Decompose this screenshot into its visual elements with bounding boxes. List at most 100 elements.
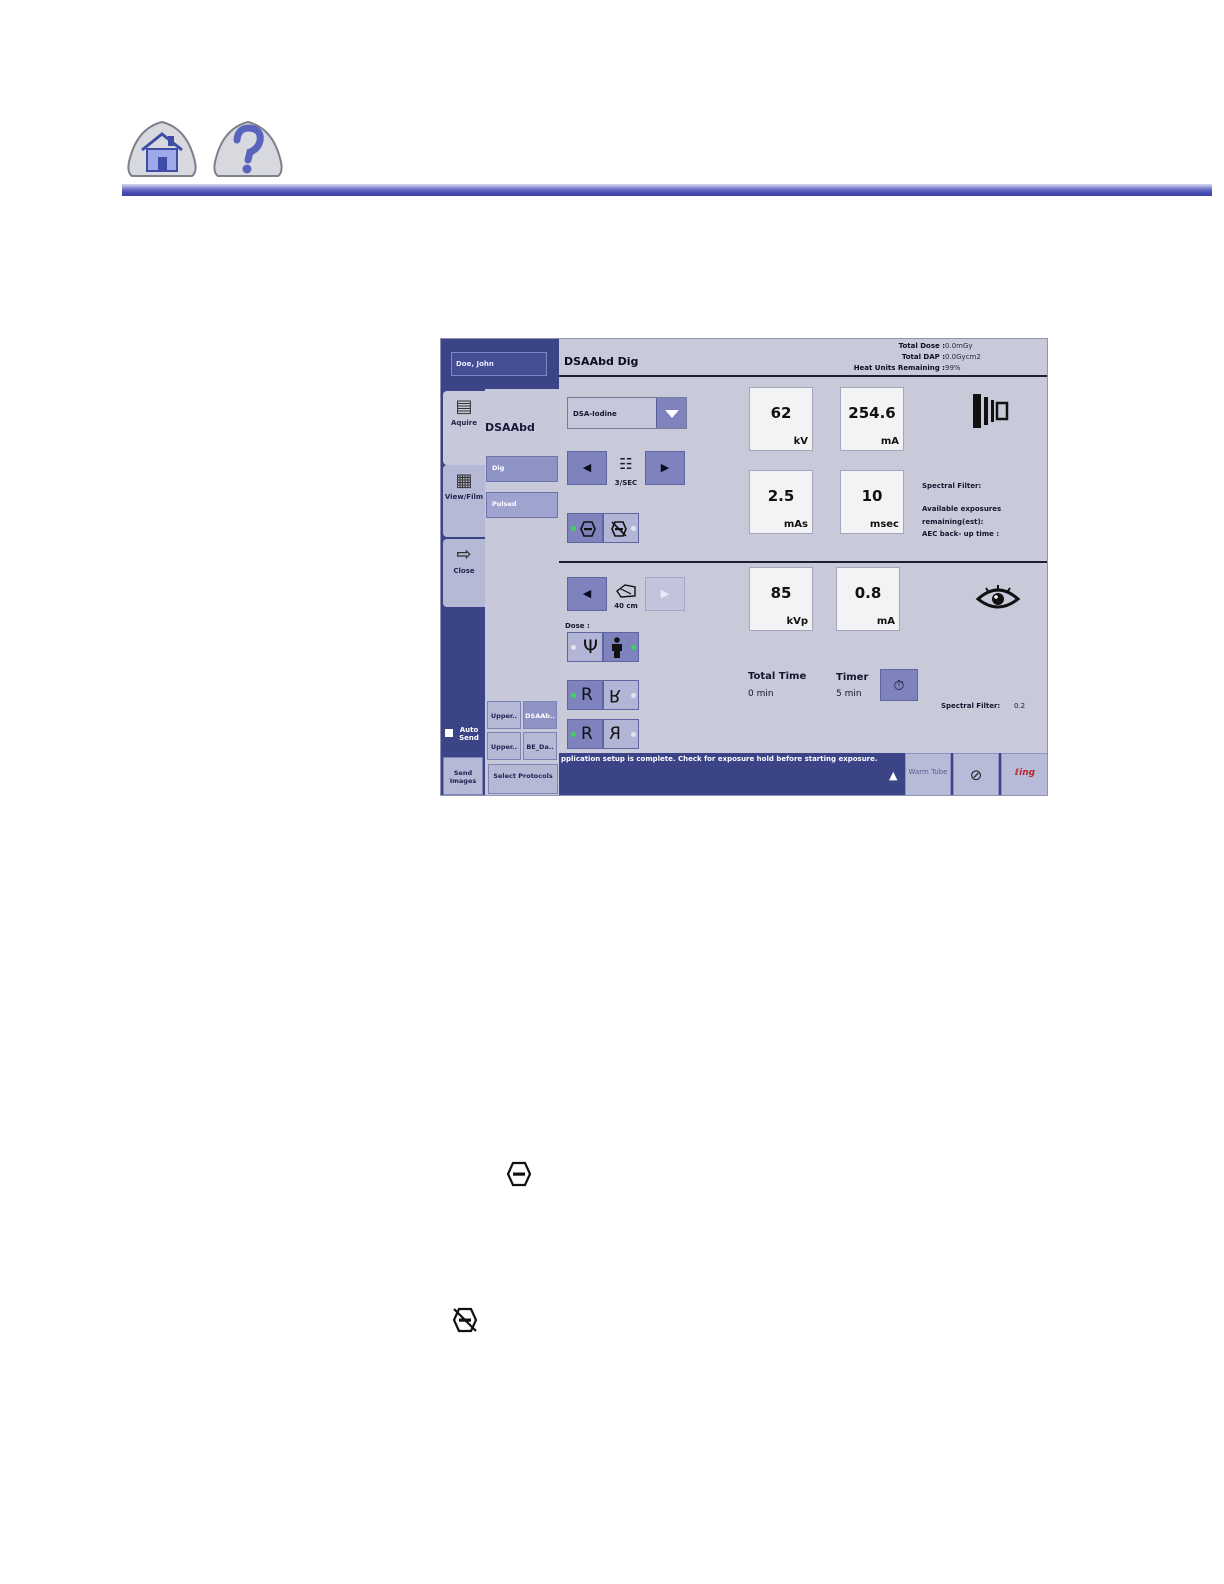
distance-increase-button[interactable]: ▶ [645,577,685,611]
orientation-flip-vertical-toggle[interactable]: R [603,680,639,710]
close-exam-icon: ⇨ [456,544,472,565]
kvp-box[interactable]: 85 kVp [749,567,813,631]
kvp-value: 85 [770,584,792,602]
timer-reset-button[interactable]: ⏱ [880,669,918,701]
aec-off-icon [611,521,627,537]
screen-title: DSAAbd Dig [564,355,639,368]
ma-box[interactable]: 254.6 mA [840,387,904,451]
expand-up-icon[interactable]: ▲ [889,769,897,782]
aec-off-toggle[interactable] [603,513,639,543]
arrow-left-icon: ◀ [582,587,592,600]
timer-reset-icon: ⏱ [893,678,905,694]
mirror-r-icon: R [581,724,593,744]
status-bar: pplication setup is complete. Check for … [559,753,1047,795]
ma-unit: mA [880,436,899,447]
kv-box[interactable]: 62 kV [749,387,813,451]
title-bar: DSAAbd Dig Total Dose : 0.0mGy Total DAP… [559,339,1047,377]
help-icon [213,120,283,177]
status-led [631,526,636,531]
recent-protocol-1[interactable]: Upper.. [487,701,521,729]
orientation-normal-toggle[interactable]: R [567,680,603,710]
chevron-down-icon[interactable] [656,398,686,428]
fluoro-ma-value: 0.8 [854,584,882,602]
header-rule [122,184,1212,196]
select-protocols-button[interactable]: Select Protocols [488,764,558,794]
tube-disable-button[interactable]: ⊘ [953,753,999,795]
home-icon [127,120,197,177]
mirror-normal-toggle[interactable]: R [567,719,603,749]
tab-acquire[interactable]: ▤ Aquire [443,391,485,465]
fluoro-ma-box[interactable]: 0.8 mA [836,567,900,631]
dose-low-icon: Ψ [583,636,598,658]
protocol-item-pulsed[interactable]: Pulsed [486,492,558,518]
view-film-icon: ▦ [455,470,473,491]
patient-name[interactable]: Doe, John [451,352,547,376]
frame-rate-icon: ☷ [619,455,633,473]
kv-value: 62 [770,404,792,422]
total-dose-value: 0.0mGy [945,342,973,350]
help-button[interactable] [210,118,286,180]
warm-tube-button[interactable]: Warm Tube [905,753,951,795]
spectral-filter-label: Spectral Filter: [922,482,982,490]
home-button[interactable] [124,118,200,180]
msec-value: 10 [861,487,883,505]
timer-label: Timer [836,672,869,683]
aec-on-toggle[interactable] [567,513,603,543]
mas-unit: mAs [783,519,808,530]
protocol-item-dig[interactable]: Dig [486,456,558,482]
heat-units-value: 99% [945,364,961,372]
mirror-flip-toggle[interactable]: R [603,719,639,749]
distance-decrease-button[interactable]: ◀ [567,577,607,611]
total-dose-label: Total Dose : [898,342,945,350]
frame-rate-decrease-button[interactable]: ◀ [567,451,607,485]
send-images-button[interactable]: Send Images [443,757,483,795]
frame-rate-value: 3/SEC [614,479,638,487]
distance-value: 40 cm [614,602,638,610]
fluoro-ma-unit: mA [876,616,895,627]
dose-normal-toggle[interactable] [603,632,639,662]
recent-protocol-4[interactable]: BE_Da.. [523,732,557,760]
tube-disable-icon: ⊘ [969,766,983,784]
patient-bar: Doe, John [441,339,559,389]
total-dap-value: 0.0Gycm2 [945,353,981,361]
orientation-flipped-r-icon: R [609,685,621,705]
msec-unit: msec [869,519,899,530]
kvp-unit: kVp [786,616,808,627]
heat-units-label: Heat Units Remaining : [853,364,945,372]
acquire-icon: ▤ [455,396,473,417]
logo-button[interactable]: ℓing [1001,753,1047,795]
aec-on-icon [580,521,596,537]
status-led [631,645,636,650]
status-led [631,732,636,737]
recent-protocol-3[interactable]: Upper.. [487,732,521,760]
protocol-title: DSAAbd [485,421,535,434]
fluoro-eye-icon [975,585,1021,609]
aec-backup-label: AEC back- up time : [922,530,1000,538]
msec-box[interactable]: 10 msec [840,470,904,534]
tab-close[interactable]: ⇨ Close [443,539,485,607]
dose-low-toggle[interactable]: Ψ [567,632,603,662]
mirror-flipped-r-icon: R [609,724,621,744]
mas-box[interactable]: 2.5 mAs [749,470,813,534]
arrow-right-icon: ▶ [660,587,670,600]
recent-protocol-2[interactable]: DSAAb.. [523,701,557,729]
timer-value: 5 min [836,689,862,699]
aec-off-icon [452,1307,478,1333]
brand-logo-icon: ℓing [1014,768,1036,778]
total-dap-label: Total DAP : [901,353,945,361]
contrast-dropdown-value: DSA-Iodine [573,410,617,418]
auto-send-label: Auto Send [459,726,479,742]
fluoro-spectral-filter-label: Spectral Filter: [941,702,1001,710]
detector-distance-icon [616,584,636,598]
total-time-label: Total Time [748,671,807,682]
contrast-dropdown[interactable]: DSA-Iodine [567,397,687,429]
frame-rate-increase-button[interactable]: ▶ [645,451,685,485]
arrow-right-icon: ▶ [660,461,670,474]
ma-value: 254.6 [848,404,896,422]
tab-view-film[interactable]: ▦ View/Film [443,465,485,537]
arrow-left-icon: ◀ [582,461,592,474]
auto-send-checkbox[interactable] [445,729,453,737]
mas-value: 2.5 [767,487,795,505]
status-led [571,526,576,531]
xray-acquisition-screen: Doe, John ▤ Aquire ▦ View/Film ⇨ Close A… [440,338,1048,796]
